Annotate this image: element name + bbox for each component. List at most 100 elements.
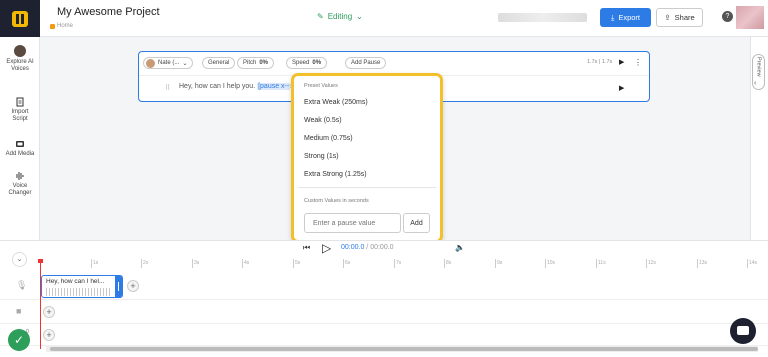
main-play-icon[interactable]: ▷ [322,241,331,255]
playhead[interactable] [40,259,41,349]
ruler-tick-label: 7s [396,260,402,266]
chevron-down-icon: ⌄ [356,12,363,21]
sidebar-item-label: Import [11,109,29,115]
project-title[interactable]: My Awesome Project [57,6,160,18]
share-label: Share [674,13,695,22]
pencil-icon: ✎ [317,12,324,21]
ruler-tick [394,259,395,268]
breadcrumb[interactable]: Home [50,23,73,29]
add-music-clip-icon[interactable]: + [43,329,55,341]
sidebar-item-label: Explore AI [6,59,34,65]
blurred-user-info [498,13,587,22]
preset-option[interactable]: Medium (0.75s) [304,135,353,142]
scrollbar-thumb[interactable] [50,347,758,351]
voice-selector[interactable]: Nate (... ⌄ [143,57,194,69]
mode-label: Editing [327,12,353,21]
ruler-tick [242,259,243,268]
style-label: General [208,60,230,66]
checks-count: 0 [26,329,29,335]
ruler-tick [91,259,92,268]
ruler-tick-label: 6s [345,260,351,266]
download-icon: ⤓ [610,12,615,22]
video-camera-icon: ■ [16,306,22,316]
chat-icon[interactable] [730,318,756,344]
ruler-tick [141,259,142,268]
speed-value: 0% [312,60,322,66]
preset-option[interactable]: Extra Weak (250ms) [304,99,368,106]
custom-heading: Custom Values in seconds [304,198,369,204]
pause-tag[interactable]: [pause x-- [257,83,291,90]
ruler-tick-label: 5s [295,260,301,266]
folder-icon [50,23,55,29]
preview-label: Preview [755,57,762,77]
sidebar-item-label: Voice [12,183,28,189]
ruler-tick [293,259,294,268]
audio-clip[interactable]: Hey, how can I hel... [41,275,123,298]
ruler-tick [646,259,647,268]
add-pause-button[interactable]: Add Pause [345,57,387,69]
add-pause-value-button[interactable]: Add [403,213,430,233]
sidebar-item-explore-voices[interactable]: Explore AI Voices [0,45,40,73]
line-play-icon[interactable]: ▶ [619,84,624,92]
ruler-tick [697,259,698,268]
speed-control[interactable]: Speed 0% [286,57,328,69]
ruler-tick [747,259,748,268]
volume-icon[interactable]: 🔈 [455,243,465,252]
clip-resize-handle[interactable] [115,276,122,297]
ruler-tick-label: 10s [547,260,556,266]
ruler-tick-label: 3s [194,260,200,266]
sidebar-item-voice-changer[interactable]: Voice Changer [0,171,40,197]
sidebar-item-label: Add Media [5,151,35,157]
add-voice-clip-icon[interactable]: + [127,280,139,292]
preset-option[interactable]: Strong (1s) [304,153,339,160]
drag-handle-icon[interactable]: ⠿ [165,84,170,92]
skip-back-icon[interactable]: ⏮ [303,243,310,253]
document-import-icon [16,97,24,107]
timeline-ruler[interactable]: 1s 2s 3s 4s 5s 6s 7s 8s 9s 10s 11s 12s 13s 14s [40,259,757,268]
export-button[interactable]: ⤓ Export [600,8,651,27]
preset-option[interactable]: Extra Strong (1.25s) [304,171,367,178]
pitch-label: Pitch [243,60,257,66]
script-text-before: Hey, how can I help you. [179,83,258,90]
style-selector[interactable]: General [202,57,236,69]
preset-option[interactable]: Weak (0.5s) [304,117,342,124]
ruler-tick [545,259,546,268]
current-time: 00:00.0 [341,244,365,251]
chevron-down-icon: ⌄ [182,60,188,67]
add-video-clip-icon[interactable]: + [43,306,55,318]
ruler-tick [343,259,344,268]
sidebar-item-add-media[interactable]: Add Media [0,139,40,158]
ruler-tick [444,259,445,268]
more-options-icon[interactable]: ⋮ [634,58,642,67]
help-icon[interactable]: ? [722,11,733,22]
ruler-tick [495,259,496,268]
ruler-tick-label: 2s [143,260,149,266]
voice-changer-icon [16,172,24,180]
collapse-timeline-icon[interactable]: ⌄ [12,252,27,267]
breadcrumb-home[interactable]: Home [57,23,73,29]
dropdown-divider [298,187,436,188]
user-avatar[interactable] [736,6,764,29]
ruler-tick [192,259,193,268]
media-icon [16,141,24,147]
share-button[interactable]: ⇪ Share [656,8,703,27]
pitch-control[interactable]: Pitch 0% [237,57,275,69]
mode-selector[interactable]: ✎ Editing ⌄ [317,12,363,21]
app-logo[interactable] [0,0,40,37]
pitch-value: 0% [259,60,269,66]
ruler-tick-label: 12s [648,260,657,266]
speed-label: Speed [292,60,310,66]
waveform [46,288,112,296]
voice-avatar [146,58,155,68]
ruler-tick-label: 8s [446,260,452,266]
sidebar-item-label: Script [12,116,28,122]
playhead-handle[interactable] [38,259,43,263]
block-play-icon[interactable]: ▶ [619,58,624,66]
chevron-left-icon[interactable]: ‹ [754,80,756,87]
ruler-tick-label: 1s [93,260,99,266]
pause-value-input[interactable] [304,213,401,233]
sidebar-item-import-script[interactable]: Import Script [0,97,40,123]
microphone-icon: 🎙 [16,280,28,290]
script-text[interactable]: Hey, how can I help you. [pause x--s [179,83,294,90]
video-track [0,300,768,324]
